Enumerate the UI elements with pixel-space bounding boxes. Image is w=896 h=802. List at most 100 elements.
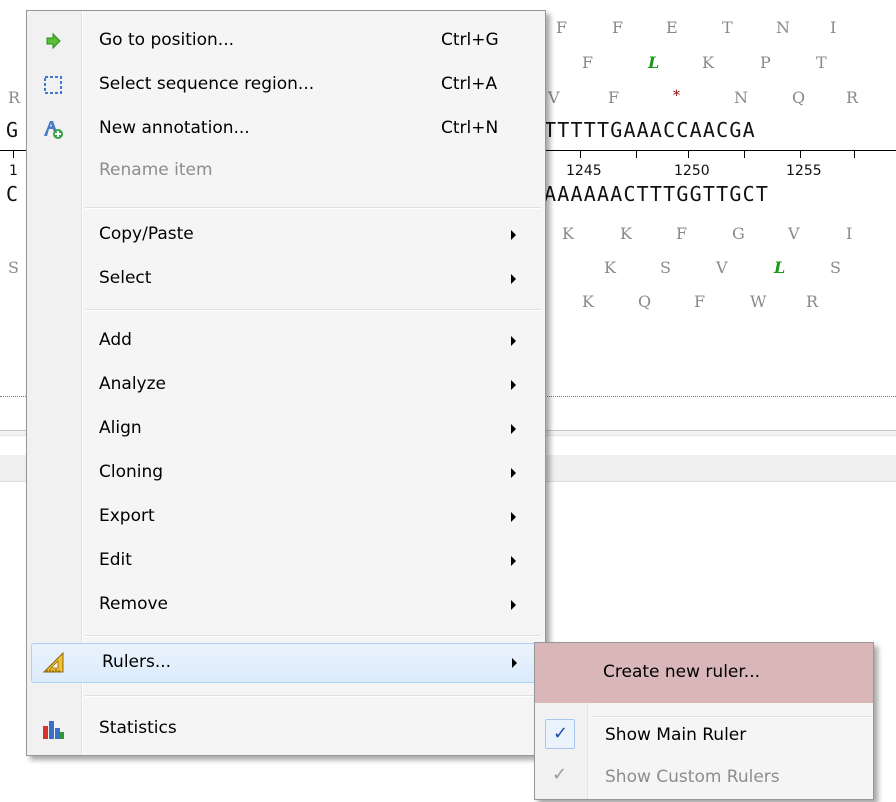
menu-item-new-annotation[interactable]: New annotation... Ctrl+N xyxy=(29,109,543,149)
menu-item-label: Go to position... xyxy=(99,30,234,50)
menu-separator xyxy=(85,207,541,209)
amino-acid: L xyxy=(648,53,660,72)
ruler-tick xyxy=(13,150,14,158)
menu-item-label: New annotation... xyxy=(99,118,250,138)
menu-item-align[interactable]: Align xyxy=(29,409,543,449)
submenu-arrow-icon xyxy=(511,380,516,390)
amino-acid: P xyxy=(760,53,771,72)
menu-item-label: Add xyxy=(99,330,132,350)
submenu-arrow-icon xyxy=(511,336,516,346)
submenu-item-label: Show Custom Rulers xyxy=(605,767,780,787)
submenu-item-label: Create new ruler... xyxy=(603,662,761,682)
amino-acid: T xyxy=(722,18,733,37)
amino-acid: F xyxy=(608,88,620,107)
ruler-label: 1255 xyxy=(786,163,822,179)
menu-item-edit[interactable]: Edit xyxy=(29,541,543,581)
amino-acid: K xyxy=(582,292,594,311)
amino-acid: Q xyxy=(638,292,652,311)
submenu-item-show-main-ruler[interactable]: ✓ Show Main Ruler xyxy=(537,715,871,755)
ruler-tick xyxy=(688,150,689,158)
amino-acid: R xyxy=(8,88,21,107)
dna-bottom-strand-left: C xyxy=(6,182,20,206)
menu-item-rulers[interactable]: Rulers... xyxy=(31,643,543,683)
amino-acid: R xyxy=(846,88,859,107)
menu-item-copy-paste[interactable]: Copy/Paste xyxy=(29,215,543,255)
amino-acid: F xyxy=(582,53,594,72)
menu-separator xyxy=(85,309,541,311)
menu-item-select[interactable]: Select xyxy=(29,259,543,299)
ruler-tick xyxy=(580,150,581,158)
menu-item-cloning[interactable]: Cloning xyxy=(29,453,543,493)
submenu-arrow-icon xyxy=(512,658,517,668)
checkmark-icon: ✓ xyxy=(552,764,568,785)
menu-item-label: Copy/Paste xyxy=(99,224,194,244)
amino-acid: I xyxy=(830,18,837,37)
menu-item-label: Rulers... xyxy=(102,652,172,672)
submenu-item-create-new-ruler[interactable]: Create new ruler... xyxy=(535,643,873,703)
menu-separator xyxy=(85,635,541,637)
menu-item-statistics[interactable]: Statistics xyxy=(29,709,543,749)
amino-acid: K xyxy=(620,224,632,243)
amino-acid: K xyxy=(604,258,616,277)
menu-item-label: Cloning xyxy=(99,462,164,482)
submenu-arrow-icon xyxy=(511,424,516,434)
ruler-icon xyxy=(42,651,66,675)
menu-item-label: Edit xyxy=(99,550,132,570)
amino-acid: Q xyxy=(792,88,806,107)
amino-acid: T xyxy=(816,53,827,72)
menu-item-rename-item[interactable]: Rename item xyxy=(29,151,543,191)
amino-acid: F xyxy=(676,224,688,243)
menu-item-label: Remove xyxy=(99,594,168,614)
ruler-tick xyxy=(744,150,745,158)
submenu-arrow-icon xyxy=(511,230,516,240)
dna-top-strand: TTTTTGAAACCAACGA xyxy=(544,118,756,142)
ruler-tick xyxy=(854,150,855,158)
ruler-label: 1245 xyxy=(566,163,602,179)
menu-item-label: Select xyxy=(99,268,152,288)
checkbox-checked: ✓ xyxy=(545,719,575,749)
context-menu: Go to position... Ctrl+G Select sequence… xyxy=(26,10,546,756)
ruler-label: 1 xyxy=(9,163,18,179)
submenu-arrow-icon xyxy=(511,600,516,610)
amino-acid: F xyxy=(556,18,568,37)
menu-item-label: Align xyxy=(99,418,142,438)
amino-acid: W xyxy=(750,292,767,311)
submenu-arrow-icon xyxy=(511,556,516,566)
menu-item-analyze[interactable]: Analyze xyxy=(29,365,543,405)
menu-item-export[interactable]: Export xyxy=(29,497,543,537)
stop-codon-star: * xyxy=(673,88,680,104)
amino-acid: G xyxy=(732,224,745,243)
amino-acid: I xyxy=(846,224,853,243)
menu-item-go-to-position[interactable]: Go to position... Ctrl+G xyxy=(29,21,543,61)
amino-acid: K xyxy=(702,53,714,72)
dna-top-strand-left: G xyxy=(6,118,20,142)
menu-separator xyxy=(85,695,541,697)
submenu-arrow-icon xyxy=(511,468,516,478)
amino-acid: L xyxy=(774,258,786,277)
rulers-submenu: Create new ruler... ✓ Show Main Ruler ✓ … xyxy=(534,642,874,800)
ruler-tick xyxy=(800,150,801,158)
amino-acid: N xyxy=(776,18,790,37)
menu-item-label: Analyze xyxy=(99,374,166,394)
menu-item-label: Select sequence region... xyxy=(99,74,315,94)
menu-item-add[interactable]: Add xyxy=(29,321,543,361)
submenu-item-label: Show Main Ruler xyxy=(605,725,747,745)
ruler-tick xyxy=(636,150,637,158)
green-arrow-icon xyxy=(41,29,65,53)
annotation-icon xyxy=(41,117,65,141)
checkbox-checked: ✓ xyxy=(545,761,575,791)
amino-acid: F xyxy=(612,18,624,37)
selection-icon xyxy=(41,73,65,97)
amino-acid: S xyxy=(830,258,841,277)
amino-acid: R xyxy=(806,292,819,311)
menu-item-shortcut: Ctrl+A xyxy=(441,74,498,94)
menu-item-label: Statistics xyxy=(99,718,177,738)
amino-acid: K xyxy=(562,224,574,243)
menu-item-select-sequence-region[interactable]: Select sequence region... Ctrl+A xyxy=(29,65,543,105)
menu-item-shortcut: Ctrl+N xyxy=(441,118,499,138)
submenu-item-show-custom-rulers[interactable]: ✓ Show Custom Rulers xyxy=(537,757,871,797)
submenu-arrow-icon xyxy=(511,512,516,522)
menu-item-remove[interactable]: Remove xyxy=(29,585,543,625)
amino-acid: N xyxy=(734,88,748,107)
bar-chart-icon xyxy=(41,717,65,741)
